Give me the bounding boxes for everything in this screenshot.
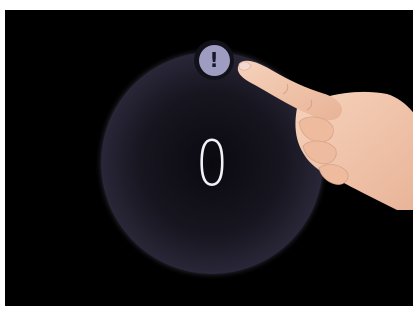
pointing-hand-icon [237, 60, 413, 210]
exclamation-glyph: ! [209, 48, 219, 72]
exclamation-icon: ! [198, 44, 230, 76]
screen: 0 ! [5, 10, 413, 306]
